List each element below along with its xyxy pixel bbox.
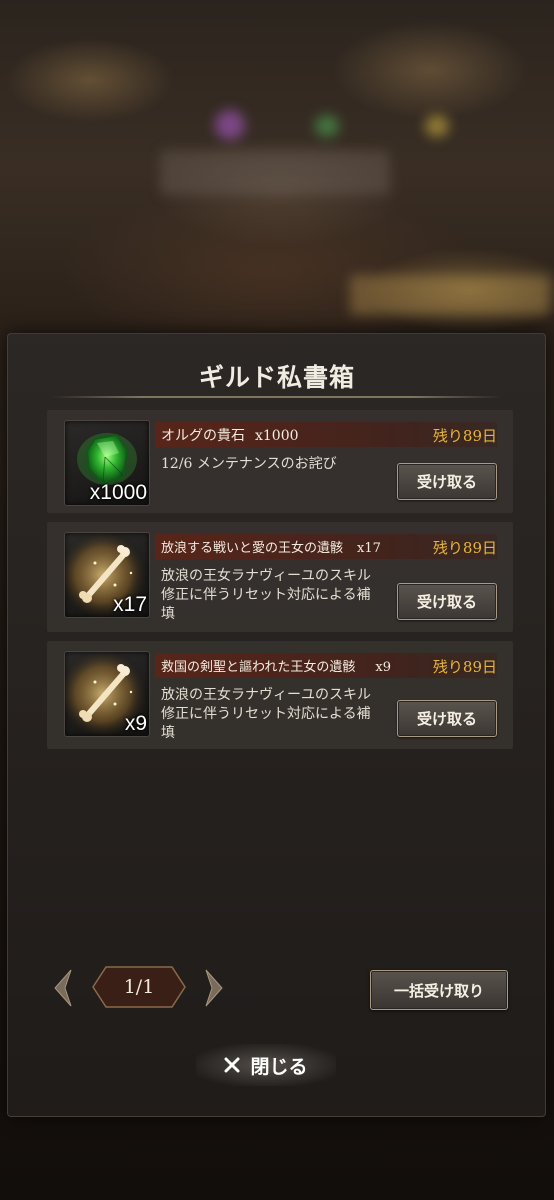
item-quantity: x1000 xyxy=(89,481,147,504)
item-name-line: 救国の剣聖と謳われた王女の遺骸 x9 xyxy=(161,656,391,675)
mail-header: オルグの貴石 x1000 残り89日 xyxy=(155,422,497,447)
chevron-right-icon xyxy=(205,969,223,1007)
close-label: 閉じる xyxy=(250,1055,308,1078)
mail-description: 12/6 メンテナンスのお詫び xyxy=(161,456,337,472)
remaining-days: 残り89日 xyxy=(432,658,497,676)
item-name: オルグの貴石 xyxy=(161,428,245,444)
blurred-purple-gem-icon xyxy=(215,110,245,140)
close-button[interactable]: 閉じる xyxy=(196,1044,336,1086)
dialog-title: ギルド私書箱 xyxy=(198,363,355,392)
blurred-green-gem-icon xyxy=(315,115,339,137)
title-divider xyxy=(52,396,502,398)
item-icon-slot: x1000 xyxy=(64,420,150,506)
blurred-guild-name-plate xyxy=(160,150,390,195)
mail-header: 放浪する戦いと愛の王女の遺骸 x17 残り89日 xyxy=(155,534,497,559)
page-indicator: 1/1 xyxy=(92,966,186,1008)
page-number: 1/1 xyxy=(123,976,155,998)
item-quantity: x17 xyxy=(113,593,147,616)
remaining-days: 残り89日 xyxy=(432,539,497,557)
next-page-button[interactable] xyxy=(200,962,230,1014)
claim-button[interactable]: 受け取る xyxy=(397,583,497,620)
mail-item: x1000 オルグの貴石 x1000 残り89日 12/6 メンテナンスのお詫び … xyxy=(47,410,513,513)
mail-item: x9 救国の剣聖と謳われた王女の遺骸 x9 残り89日 放浪の王女ラナヴィーユのス… xyxy=(47,641,513,749)
item-icon-slot: x9 xyxy=(64,651,150,737)
item-multiplier: x1000 xyxy=(255,428,299,444)
chevron-left-icon xyxy=(54,969,72,1007)
mail-item: x17 放浪する戦いと愛の王女の遺骸 x17 残り89日 放浪の王女ラナヴィーユの… xyxy=(47,522,513,632)
blurred-banner xyxy=(350,275,550,315)
blurred-coin-icon xyxy=(425,115,449,137)
mail-description: 放浪の王女ラナヴィーユのスキル修正に伴うリセット対応による補填 xyxy=(161,568,371,622)
bulk-claim-button[interactable]: 一括受け取り xyxy=(370,970,508,1010)
item-icon-slot: x17 xyxy=(64,532,150,618)
claim-button[interactable]: 受け取る xyxy=(397,700,497,737)
item-multiplier: x17 xyxy=(357,541,381,556)
remaining-days: 残り89日 xyxy=(432,427,497,445)
item-quantity: x9 xyxy=(124,712,147,735)
prev-page-button[interactable] xyxy=(47,962,77,1014)
item-name: 放浪する戦いと愛の王女の遺骸 xyxy=(161,541,344,556)
mail-description: 放浪の王女ラナヴィーユのスキル修正に伴うリセット対応による補填 xyxy=(161,687,371,741)
close-icon xyxy=(224,1057,240,1073)
item-name-line: オルグの貴石 x1000 xyxy=(161,425,299,445)
item-name: 救国の剣聖と謳われた王女の遺骸 xyxy=(161,660,356,675)
claim-button[interactable]: 受け取る xyxy=(397,463,497,500)
item-multiplier: x9 xyxy=(375,660,391,675)
mail-header: 救国の剣聖と謳われた王女の遺骸 x9 残り89日 xyxy=(155,653,497,678)
item-name-line: 放浪する戦いと愛の王女の遺骸 x17 xyxy=(161,537,381,556)
